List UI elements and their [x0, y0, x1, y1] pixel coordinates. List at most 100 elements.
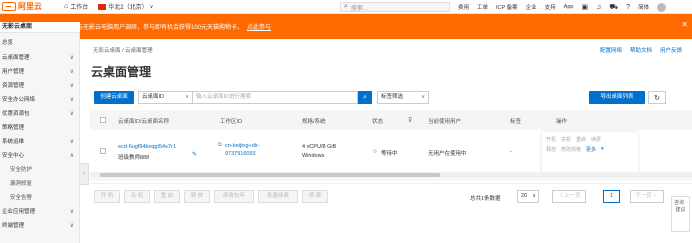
workspace-id-link[interactable]: cn-beijing+dir-9737916093 [225, 142, 285, 158]
page-size-select[interactable]: 20 ∨ [517, 190, 539, 203]
consult-suggest-button[interactable]: 咨询 · 建议 [671, 196, 690, 232]
export-list-button[interactable]: 导出桌面列表 [589, 91, 645, 104]
total-count: 总共1条数据 [470, 196, 501, 202]
top-link-icp[interactable]: ICP 备案 [496, 3, 518, 11]
copy-icon[interactable]: ⧉ [218, 142, 222, 148]
select-all-checkbox[interactable] [100, 117, 106, 123]
promo-banner: 限时！邀请您参与无影云电脑用户调研，参与即有机会获得100元天猫购物卡， 点此参… [0, 14, 692, 39]
action-modify-spec[interactable]: 修改规格 [561, 146, 581, 153]
refresh-icon: ↻ [654, 94, 660, 102]
sidebar-item-discount-packs[interactable]: 优惠资源包 ∨ [0, 108, 80, 121]
action-start[interactable]: 开机 [546, 136, 556, 143]
sidebar-item-security-center[interactable]: 安全中心 ∧ [0, 150, 80, 163]
help-docs-link[interactable]: 帮助文档 [630, 46, 652, 54]
desktop-id-link[interactable]: ecd-6ugf94bvqgt54s7r1 [118, 144, 176, 150]
chevron-down-icon: ∨ [185, 94, 189, 100]
search-input[interactable]: 输入云桌面ID进行搜索 [193, 91, 358, 104]
aliyun-logo[interactable]: 阿里云 [0, 1, 64, 12]
filter-icon[interactable]: ⊽ [408, 117, 412, 124]
global-search-input[interactable]: ⌕ 搜索... [340, 2, 450, 12]
chevron-down-icon: ∨ [69, 223, 74, 229]
top-link-fee[interactable]: 费用 [458, 3, 469, 11]
bulk-annual-renew-button[interactable]: 续费包年 [214, 190, 254, 203]
breadcrumb: 无影云桌面 / 云桌面管理 [93, 48, 153, 54]
sidebar-item-vuln-fix[interactable]: 漏洞修复 [0, 178, 80, 191]
cart-icon[interactable]: ⛟ [609, 3, 618, 12]
tag-filter-select[interactable]: 标签筛选 ∨ [377, 91, 429, 104]
top-link-support[interactable]: 支持 [545, 3, 556, 11]
close-icon[interactable]: ✕ [681, 20, 688, 29]
main-content: 无影云桌面 / 云桌面管理 配置网络 帮助文档 用户反馈 云桌面管理 创建云桌面… [90, 40, 692, 243]
action-restart[interactable]: 重启 [576, 136, 586, 143]
prev-page-button[interactable]: 〈 上一页 [552, 190, 586, 203]
sidebar-item-enterprise-apps[interactable]: 企业应用管理 ∨ [0, 206, 80, 219]
chevron-down-icon: ∨ [69, 55, 74, 61]
user-feedback-link[interactable]: 用户反馈 [660, 46, 682, 54]
col-current-user: 当前使用用户 [428, 119, 462, 125]
os-text: Windows [302, 153, 325, 159]
horizontal-scrollbar[interactable] [90, 172, 692, 178]
create-desktop-button[interactable]: 创建云桌面 [94, 91, 134, 104]
top-link-enterprise[interactable]: 企业 [526, 3, 537, 11]
help-icon[interactable]: ? [626, 4, 630, 11]
region-selector[interactable]: 华北2（北京） ∨ [98, 2, 153, 11]
logo-text: 阿里云 [18, 2, 42, 11]
next-page-button[interactable]: 下一页 〉 [630, 190, 664, 203]
bulk-restart-button[interactable]: 重 启 [154, 190, 180, 203]
sidebar-item-users[interactable]: 用户管理 ∨ [0, 66, 80, 79]
action-more[interactable]: 更多 [586, 146, 596, 153]
actions-cell: 开机 关机 重启 续费 释放 修改规格 更多 ▾ [542, 132, 638, 176]
home-icon: ⌂ [64, 3, 69, 10]
workbench-link[interactable]: ⌂ 工作台 [64, 2, 88, 11]
avatar[interactable] [657, 2, 667, 12]
sidebar-item-network[interactable]: 安全办公网络 ∨ [0, 94, 80, 107]
col-tag: 标签 [510, 119, 522, 125]
sidebar-item-overview[interactable]: 总览 [0, 37, 80, 50]
bulk-stop-button[interactable]: 关 机 [124, 190, 150, 203]
filter-field-select[interactable]: 云桌面ID ∨ [138, 91, 193, 104]
bottom-action-bar: 开 机 关 机 重 启 释 放 续费包年 批量续费 续 费 总共1条数据 20 … [90, 183, 692, 207]
current-page[interactable]: 1 [603, 190, 620, 203]
current-user-text: 无用户在使用中 [428, 151, 467, 157]
lang-selector[interactable]: 简体 [638, 3, 649, 11]
row-checkbox[interactable] [100, 148, 106, 154]
bell-icon[interactable]: ♫ [596, 4, 601, 11]
top-link-app[interactable]: App [564, 4, 574, 10]
sidebar-item-ops[interactable]: 系统运维 ∨ [0, 136, 80, 149]
top-link-ticket[interactable]: 工单 [477, 3, 488, 11]
sidebar-item-desktop-management[interactable]: 云桌面管理 ∨ [0, 52, 80, 65]
refresh-button[interactable]: ↻ [648, 91, 666, 104]
col-workspace-id: 工作区ID [220, 119, 243, 125]
action-stop[interactable]: 关机 [561, 136, 571, 143]
china-flag-icon [98, 3, 107, 10]
terminal-icon[interactable]: ▣ [581, 3, 588, 11]
sidebar-item-terminals[interactable]: 终端管理 ∨ [0, 220, 80, 233]
config-network-link[interactable]: 配置网络 [600, 46, 622, 54]
sidebar-title: 无影云桌面 [0, 22, 80, 33]
page-title: 云桌面管理 [91, 65, 152, 79]
edit-icon[interactable]: ✎ [192, 151, 197, 158]
bulk-renew-button[interactable]: 批量续费 [258, 190, 298, 203]
col-desktop-id: 云桌面ID/云桌面名称 [118, 119, 170, 125]
sidebar-item-policy[interactable]: 策略管理 [0, 122, 80, 135]
pending-icon: ⟳ [373, 149, 378, 155]
action-renew[interactable]: 续费 [591, 136, 601, 143]
bulk-start-button[interactable]: 开 机 [94, 190, 120, 203]
banner-link[interactable]: 点此参与 [247, 22, 271, 31]
search-button[interactable]: ⌕ [358, 91, 372, 104]
renew-button[interactable]: 续 费 [302, 190, 328, 203]
search-icon: ⌕ [363, 93, 367, 101]
chevron-down-icon: ▾ [601, 146, 604, 152]
table-header: 云桌面ID/云桌面名称 工作区ID 规格/系统 状态 ⊽ 当前使用用户 标签 操… [90, 110, 692, 130]
chevron-down-icon: ∨ [69, 209, 74, 215]
sidebar-collapse-handle[interactable]: ‹ [80, 163, 89, 185]
sidebar-item-resources[interactable]: 资源管理 ∨ [0, 80, 80, 93]
col-status: 状态 [372, 119, 384, 125]
bulk-release-button[interactable]: 释 放 [184, 190, 210, 203]
tag-text: - [510, 149, 512, 155]
sidebar-item-security-protection[interactable]: 安全防护 [0, 164, 80, 177]
col-spec: 规格/系统 [302, 119, 326, 125]
scroll-thumb[interactable] [100, 173, 440, 177]
sidebar-item-security-alerts[interactable]: 安全告警 [0, 192, 80, 205]
action-release[interactable]: 释放 [546, 146, 556, 153]
